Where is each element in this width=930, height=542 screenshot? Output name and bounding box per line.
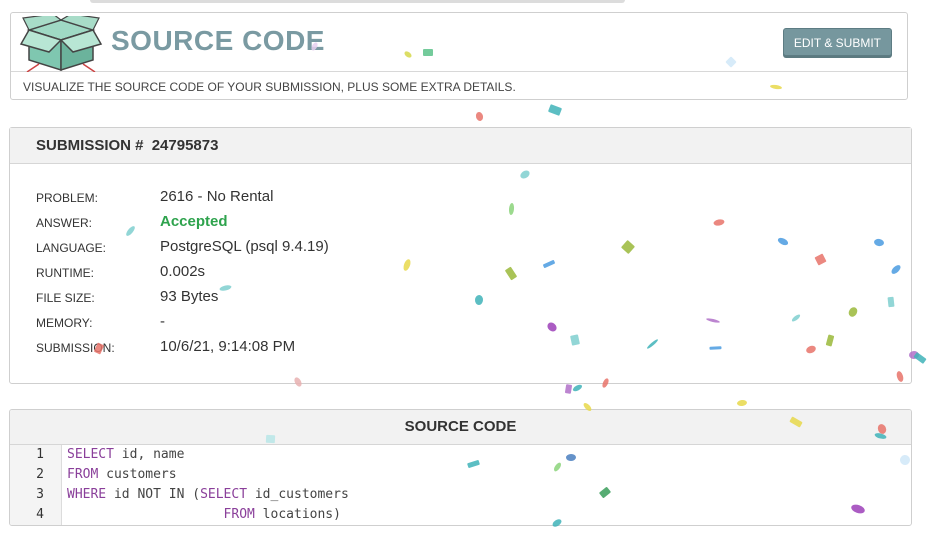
problem-value: 2616 - No Rental bbox=[160, 188, 274, 205]
header-top: SOURCE CODE EDIT & SUBMIT bbox=[11, 13, 907, 72]
top-shadow-bar bbox=[90, 0, 625, 3]
page-title: SOURCE CODE bbox=[111, 25, 325, 56]
code-line: 2 FROM customers bbox=[10, 465, 911, 485]
code-token: id, name bbox=[113, 447, 185, 462]
detail-row-submission: SUBMISSION: 10/6/21, 9:14:08 PM bbox=[36, 338, 436, 363]
submission-heading-prefix: SUBMISSION # bbox=[36, 137, 144, 154]
page-header: SOURCE CODE EDIT & SUBMIT VISUALIZE THE … bbox=[10, 12, 908, 100]
code-text: FROM customers bbox=[67, 465, 177, 485]
sql-keyword: SELECT bbox=[67, 447, 114, 462]
line-number: 1 bbox=[36, 447, 44, 462]
confetti-piece bbox=[474, 111, 485, 122]
code-line: 1 SELECT id, name bbox=[10, 445, 911, 465]
submission-panel: SUBMISSION # 24795873 PROBLEM: 2616 - No… bbox=[9, 127, 912, 384]
submission-heading: SUBMISSION # 24795873 bbox=[10, 128, 911, 164]
line-number: 2 bbox=[36, 467, 44, 482]
detail-row-problem: PROBLEM: 2616 - No Rental bbox=[36, 188, 436, 213]
code-token: id_customers bbox=[247, 487, 349, 502]
detail-label: FILE SIZE: bbox=[36, 291, 95, 305]
detail-label: SUBMISSION: bbox=[36, 341, 115, 355]
detail-label: MEMORY: bbox=[36, 316, 93, 330]
code-line: 4 FROM locations) bbox=[10, 505, 911, 525]
language-value: PostgreSQL (psql 9.4.19) bbox=[160, 238, 329, 255]
answer-status-value: Accepted bbox=[160, 213, 228, 230]
code-token: customers bbox=[98, 467, 177, 482]
detail-label: ANSWER: bbox=[36, 216, 93, 230]
code-token: id NOT IN ( bbox=[106, 487, 201, 502]
source-code-heading: SOURCE CODE bbox=[10, 410, 911, 445]
code-editor[interactable]: 1 SELECT id, name 2 FROM customers 3 WHERE id… bbox=[10, 445, 911, 525]
submission-details: PROBLEM: 2616 - No Rental ANSWER: Accept… bbox=[36, 188, 436, 363]
code-line: 3 WHERE id NOT IN (SELECT id_customers bbox=[10, 485, 911, 505]
code-text: SELECT id, name bbox=[67, 445, 184, 465]
detail-row-answer: ANSWER: Accepted bbox=[36, 213, 436, 238]
line-number: 3 bbox=[36, 487, 44, 502]
confetti-piece bbox=[547, 104, 563, 116]
confetti-piece bbox=[571, 383, 584, 393]
detail-row-language: LANGUAGE: PostgreSQL (psql 9.4.19) bbox=[36, 238, 436, 263]
code-lines: 1 SELECT id, name 2 FROM customers 3 WHERE id… bbox=[10, 445, 911, 525]
line-number: 4 bbox=[36, 507, 44, 522]
detail-row-file-size: FILE SIZE: 93 Bytes bbox=[36, 288, 436, 313]
edit-submit-button[interactable]: EDIT & SUBMIT bbox=[782, 28, 892, 56]
source-code-panel: SOURCE CODE 1 SELECT id, name 2 FROM custom… bbox=[9, 409, 912, 526]
detail-row-memory: MEMORY: - bbox=[36, 313, 436, 338]
submission-number: 24795873 bbox=[151, 137, 219, 154]
runtime-value: 0.002s bbox=[160, 263, 206, 280]
detail-label: PROBLEM: bbox=[36, 191, 99, 205]
detail-row-runtime: RUNTIME: 0.002s bbox=[36, 263, 436, 288]
detail-label: RUNTIME: bbox=[36, 266, 94, 280]
open-box-icon bbox=[19, 16, 103, 72]
sql-keyword: SELECT bbox=[200, 487, 248, 502]
file-size-value: 93 Bytes bbox=[160, 288, 219, 305]
memory-value: - bbox=[160, 313, 165, 330]
submission-date-value: 10/6/21, 9:14:08 PM bbox=[160, 338, 296, 355]
code-token: locations) bbox=[254, 507, 341, 522]
confetti-piece bbox=[736, 399, 748, 407]
sql-keyword: FROM bbox=[223, 507, 255, 522]
code-text: FROM locations) bbox=[67, 505, 341, 525]
sql-keyword: FROM bbox=[67, 467, 99, 482]
confetti-piece bbox=[913, 352, 927, 364]
sql-keyword: WHERE bbox=[67, 487, 107, 502]
page-subtitle: VISUALIZE THE SOURCE CODE OF YOUR SUBMIS… bbox=[23, 80, 516, 94]
detail-label: LANGUAGE: bbox=[36, 241, 107, 255]
code-text: WHERE id NOT IN (SELECT id_customers bbox=[67, 485, 349, 505]
confetti-piece bbox=[564, 384, 573, 394]
